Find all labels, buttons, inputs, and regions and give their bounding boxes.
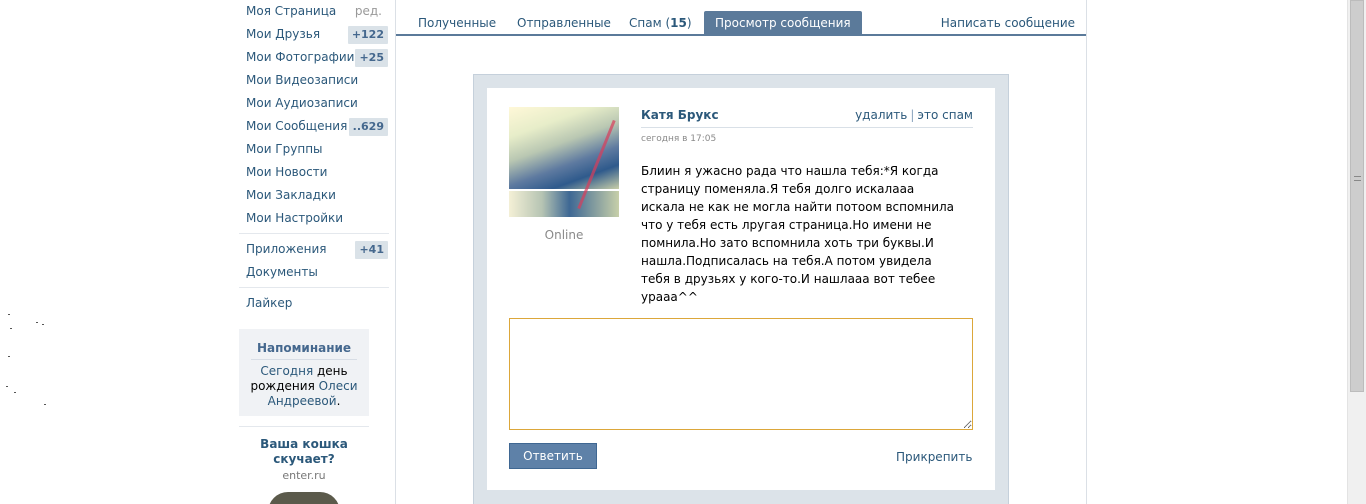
message-actions: удалить | это спам — [855, 108, 973, 122]
tab-label[interactable]: Отправленные — [517, 16, 611, 30]
messages-tabs: Полученные Отправленные Спам (15) Просмо… — [396, 0, 1086, 36]
menu-item-friends[interactable]: Мои Друзья +122 — [239, 23, 389, 46]
tab-label[interactable]: Просмотр сообщения — [715, 16, 851, 30]
ad-title[interactable]: Ваша кошка скучает? — [239, 437, 369, 467]
menu-item-label[interactable]: Мои Группы — [246, 142, 323, 156]
apps-count-badge[interactable]: +41 — [355, 241, 388, 259]
page-scrollbar[interactable] — [1347, 0, 1366, 504]
menu-item-label[interactable]: Мои Новости — [246, 165, 327, 179]
menu-item-label[interactable]: Документы — [246, 265, 318, 279]
menu-item-messages[interactable]: Мои Сообщения ..629 — [239, 115, 389, 138]
messages-count-badge[interactable]: ..629 — [348, 118, 388, 136]
menu-item-label[interactable]: Мои Настройки — [246, 211, 343, 225]
ad-block[interactable]: Ваша кошка скучает? enter.ru — [239, 437, 369, 504]
scrollbar-thumb[interactable] — [1350, 0, 1364, 392]
menu-item-label[interactable]: Мои Аудиозаписи — [246, 96, 358, 110]
menu-item-label[interactable]: Лайкер — [246, 296, 292, 310]
message-date: сегодня в 17:05 — [641, 134, 717, 144]
tab-label[interactable]: Спам — [629, 16, 662, 30]
attach-link[interactable]: Прикрепить — [896, 450, 972, 464]
menu-item-photos[interactable]: Мои Фотографии +25 — [239, 46, 389, 69]
content-border-left — [395, 0, 396, 504]
tab-label[interactable]: Написать сообщение — [941, 16, 1075, 30]
left-menu: Моя Страница ред. Мои Друзья +122 Мои Фо… — [239, 0, 389, 504]
delete-link[interactable]: удалить — [855, 108, 907, 122]
scrollbar-grip-icon — [1354, 176, 1361, 181]
tab-label[interactable]: Полученные — [418, 16, 496, 30]
spam-count[interactable]: 15 — [670, 16, 687, 30]
reminder-box: Напоминание Сегодня день рождения Олеси … — [239, 329, 369, 416]
message-body: Блиин я ужасно рада что нашла тебя:*Я ко… — [641, 164, 955, 304]
report-spam-link[interactable]: это спам — [917, 108, 973, 122]
tab-spam[interactable]: Спам (15) — [618, 11, 703, 35]
menu-item-label[interactable]: Мои Сообщения — [246, 119, 347, 133]
background-specks — [0, 300, 60, 420]
sender-avatar[interactable] — [509, 107, 619, 217]
actions-separator: | — [910, 108, 915, 122]
menu-item-groups[interactable]: Мои Группы — [239, 138, 389, 161]
online-status: Online — [544, 228, 584, 242]
reply-button[interactable]: Ответить — [509, 443, 597, 469]
menu-item-bookmarks[interactable]: Мои Закладки — [239, 184, 389, 207]
ad-site: enter.ru — [282, 469, 326, 482]
menu-item-news[interactable]: Мои Новости — [239, 161, 389, 184]
menu-item-label[interactable]: Мои Видеозаписи — [246, 73, 358, 87]
edit-link[interactable]: ред. — [355, 0, 382, 23]
menu-item-label[interactable]: Мои Фотографии — [246, 50, 354, 64]
menu-divider — [239, 233, 389, 234]
menu-item-my-page[interactable]: Моя Страница ред. — [239, 0, 389, 23]
menu-item-label[interactable]: Мои Закладки — [246, 188, 336, 202]
tab-view-message[interactable]: Просмотр сообщения — [704, 11, 862, 35]
menu-item-label[interactable]: Мои Друзья — [246, 27, 320, 41]
menu-item-liker[interactable]: Лайкер — [239, 292, 389, 315]
write-message-link[interactable]: Написать сообщение — [930, 11, 1086, 35]
menu-item-settings[interactable]: Мои Настройки — [239, 207, 389, 230]
menu-item-label[interactable]: Моя Страница — [246, 4, 336, 18]
reminder-divider — [251, 359, 357, 360]
friends-count-badge[interactable]: +122 — [347, 26, 388, 44]
sender-name[interactable]: Катя Брукс — [641, 108, 719, 122]
reminder-text-end: . — [336, 394, 341, 408]
ad-divider — [239, 426, 369, 427]
reminder-today-link[interactable]: Сегодня — [260, 364, 313, 378]
ad-image[interactable] — [268, 492, 340, 504]
tab-sent[interactable]: Отправленные — [506, 11, 622, 35]
avatar-photo-bottom — [509, 191, 619, 217]
reminder-text: Сегодня день рождения Олеси Андреевой. — [239, 364, 369, 409]
menu-item-audio[interactable]: Мои Аудиозаписи — [239, 92, 389, 115]
menu-item-label[interactable]: Приложения — [246, 242, 327, 256]
menu-item-apps[interactable]: Приложения +41 — [239, 238, 389, 261]
content-border-right — [1086, 0, 1087, 504]
reminder-title: Напоминание — [256, 341, 352, 355]
menu-item-videos[interactable]: Мои Видеозаписи — [239, 69, 389, 92]
reply-textarea[interactable] — [509, 318, 973, 430]
photos-count-badge[interactable]: +25 — [355, 49, 388, 67]
menu-item-documents[interactable]: Документы — [239, 261, 389, 284]
header-divider — [641, 127, 973, 128]
menu-divider — [239, 287, 389, 288]
tab-received[interactable]: Полученные — [407, 11, 507, 35]
